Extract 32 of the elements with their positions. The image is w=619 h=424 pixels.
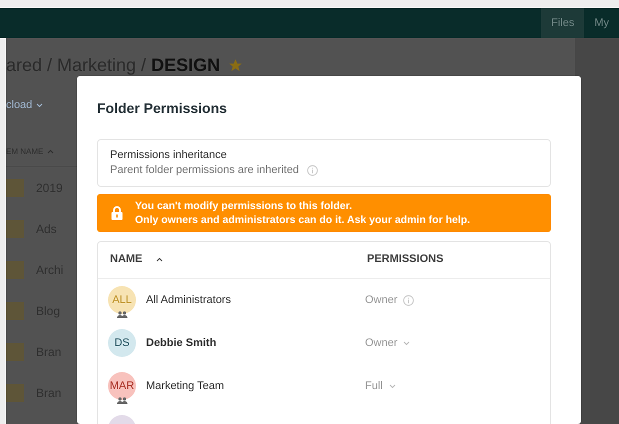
nav-tab[interactable]: Files	[541, 8, 584, 38]
info-icon[interactable]	[306, 165, 318, 176]
caret-icon	[403, 340, 410, 346]
alert-text: Only owners and administrators can do it. Ask your admin for help.	[135, 213, 470, 227]
caret-icon	[388, 384, 396, 388]
sort-icon	[156, 256, 164, 262]
permission-dropdown[interactable]: Owner	[365, 334, 410, 352]
upload-button[interactable]: cload	[6, 79, 44, 114]
folder-icon	[6, 220, 24, 238]
caret-icon	[36, 102, 44, 108]
avatar: DS	[108, 329, 136, 357]
folder-icon	[6, 384, 24, 402]
folder-icon	[6, 342, 24, 360]
lock-icon	[111, 206, 123, 220]
member-name: Debbie Smith	[146, 336, 216, 351]
sort-icon	[47, 149, 54, 154]
column-header[interactable]: NAME	[110, 251, 142, 268]
folder-icon	[6, 260, 24, 278]
alert-text: You can't modify permissions to this folder.	[135, 199, 353, 213]
folder-icon	[6, 178, 24, 196]
folder-icon	[6, 302, 24, 320]
column-header: PERMISSIONS	[367, 252, 444, 267]
member-name: Marketing Team	[146, 378, 224, 394]
star-icon[interactable]	[228, 58, 244, 73]
info-icon[interactable]	[403, 294, 414, 306]
inheritance-title: Permissions inheritance	[110, 148, 228, 163]
dialog-title: Folder Permissions	[97, 99, 228, 118]
member-name: All Administrators	[146, 292, 231, 308]
inheritance-text: Parent folder permissions are inherited	[110, 163, 299, 178]
permission-dropdown[interactable]: Full	[365, 378, 396, 394]
nav-tab[interactable]: My	[584, 8, 619, 38]
permission-text: Owner	[365, 292, 398, 308]
